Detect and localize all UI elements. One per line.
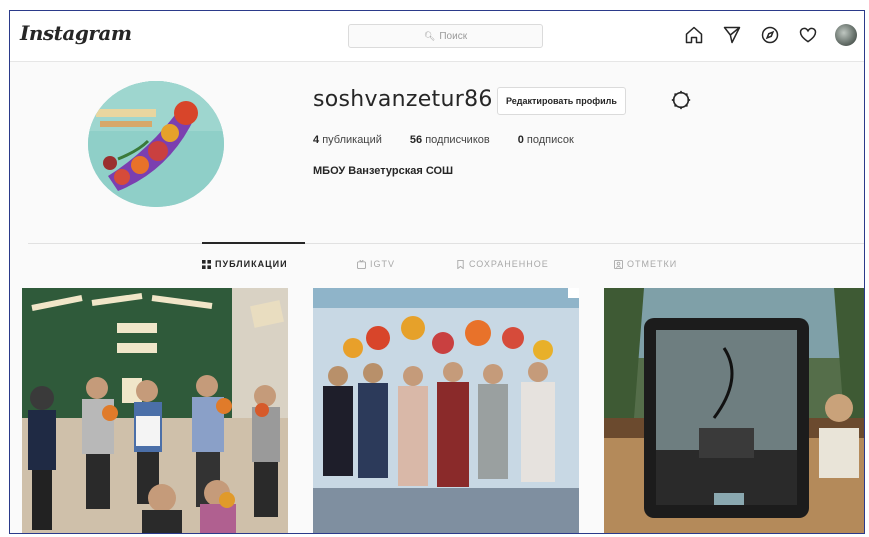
top-bar: Instagram 🔍︎ Поиск	[10, 11, 864, 62]
edit-profile-button[interactable]: Редактировать профиль	[497, 87, 626, 115]
profile-avatar[interactable]	[834, 23, 858, 47]
explore-icon[interactable]	[758, 23, 782, 47]
search-icon: 🔍︎	[423, 30, 436, 41]
profile-username: soshvanzetur86	[313, 87, 493, 112]
following-stat[interactable]: 0 подписок	[518, 134, 574, 146]
tab-igtv-label: IGTV	[370, 259, 396, 269]
tab-posts[interactable]: ПУБЛИКАЦИИ	[202, 259, 288, 269]
tab-tagged-label: ОТМЕТКИ	[627, 259, 678, 269]
post-image-3d-printer	[604, 288, 864, 533]
tab-saved-label: СОХРАНЕННОЕ	[469, 259, 549, 269]
active-tab-indicator	[202, 242, 305, 244]
settings-gear-icon[interactable]	[670, 89, 692, 111]
home-icon[interactable]	[682, 23, 706, 47]
tab-igtv[interactable]: IGTV	[357, 259, 395, 269]
search-input[interactable]: 🔍︎ Поиск	[348, 24, 543, 48]
tagged-user-icon	[614, 259, 623, 269]
direct-icon[interactable]	[720, 23, 744, 47]
profile-full-name: МБОУ Ванзетурская СОШ	[313, 165, 454, 177]
activity-heart-icon[interactable]	[796, 23, 820, 47]
tab-saved[interactable]: СОХРАНЕННОЕ	[456, 259, 549, 269]
bookmark-icon	[457, 259, 464, 269]
post-thumbnail-2[interactable]	[313, 288, 579, 533]
posts-label: публикаций	[322, 134, 382, 146]
search-placeholder: Поиск	[439, 30, 468, 42]
followers-count: 56	[409, 134, 423, 146]
post-image-staff-group	[313, 288, 579, 533]
followers-stat[interactable]: 56 подписчиков	[410, 134, 490, 146]
igtv-icon	[357, 259, 366, 269]
instagram-window: Instagram 🔍︎ Поиск soshvanzetur86 Редакт…	[9, 10, 865, 534]
post-image-classroom	[22, 288, 288, 533]
following-label: подписок	[526, 134, 574, 146]
profile-picture[interactable]	[88, 81, 224, 207]
grid-icon	[202, 259, 211, 269]
profile-stats: 4 публикаций 56 подписчиков 0 подписок	[313, 134, 574, 146]
tab-tagged[interactable]: ОТМЕТКИ	[614, 259, 677, 269]
instagram-logo[interactable]: Instagram	[20, 21, 132, 45]
posts-count: 4	[313, 134, 320, 146]
posts-stat: 4 публикаций	[313, 134, 382, 146]
avatar	[835, 24, 857, 46]
nav-icons	[682, 23, 858, 47]
post-thumbnail-1[interactable]	[22, 288, 288, 533]
post-thumbnail-3[interactable]	[604, 288, 864, 533]
following-count: 0	[517, 134, 524, 146]
tab-posts-label: ПУБЛИКАЦИИ	[215, 259, 288, 269]
tabs-divider	[28, 243, 864, 244]
profile-photo-image	[88, 81, 224, 207]
followers-label: подписчиков	[425, 134, 490, 146]
